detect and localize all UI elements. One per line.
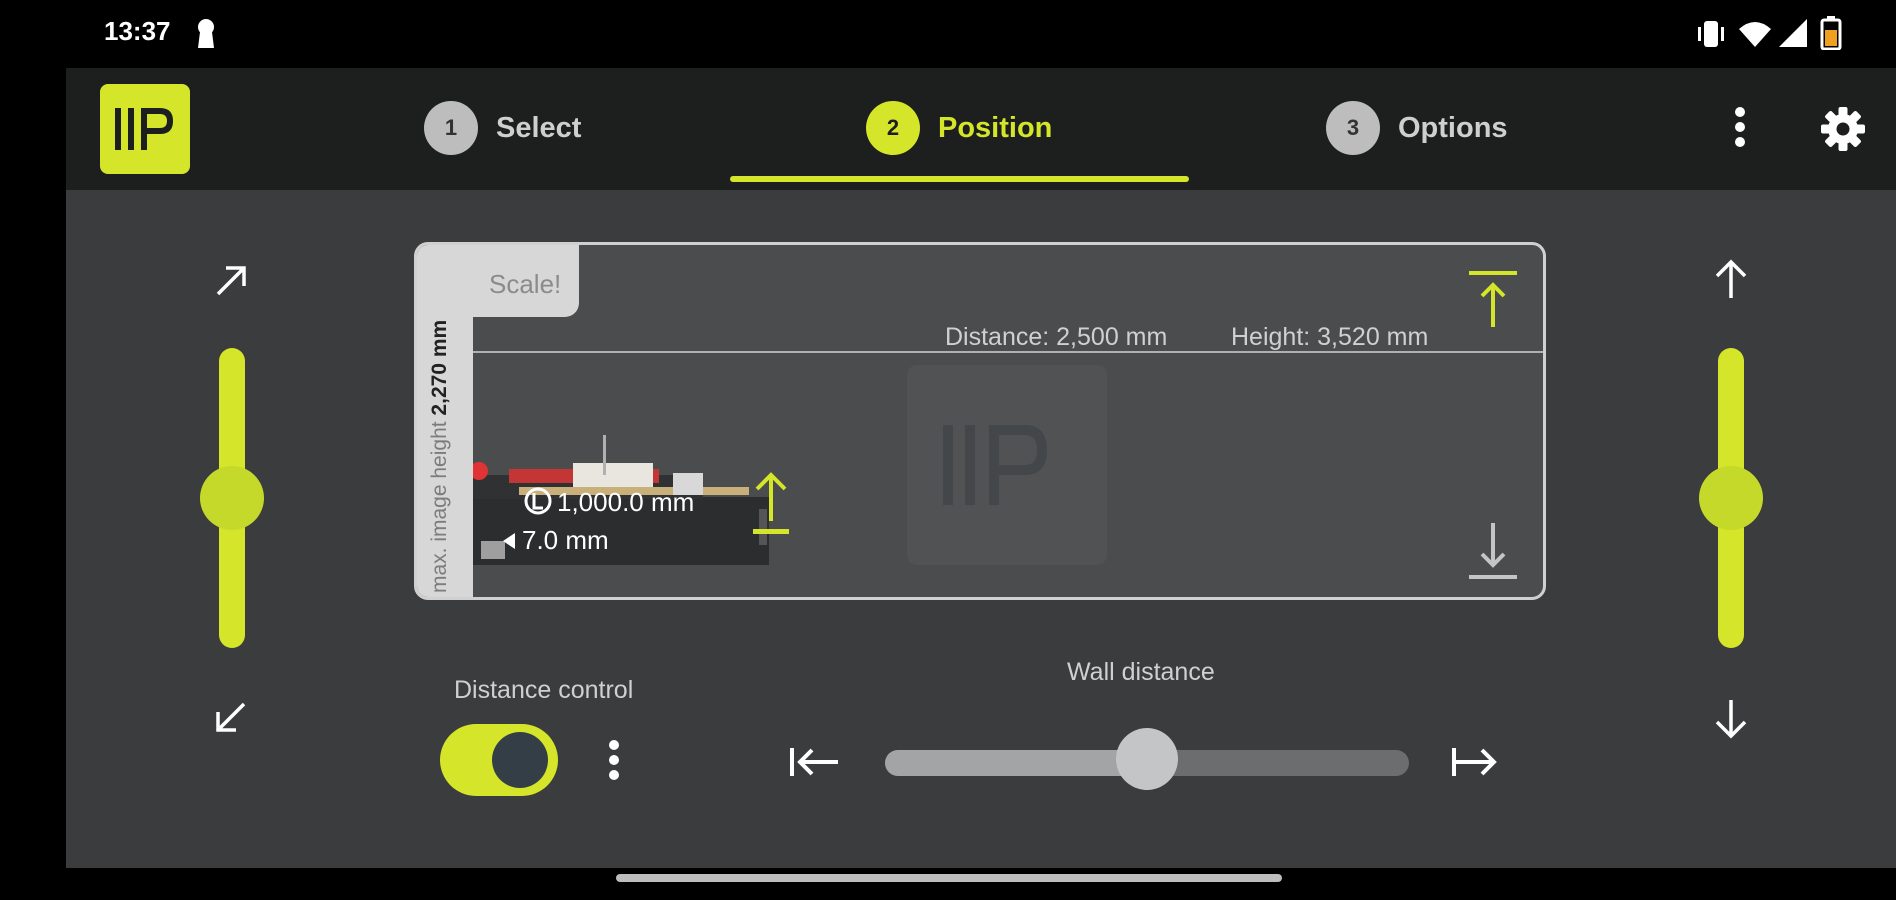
align-top-icon[interactable] [1469, 271, 1517, 329]
step-label: Select [496, 111, 582, 144]
tab-options[interactable]: 3 Options [1326, 100, 1508, 156]
expand-arrow-icon[interactable] [212, 262, 250, 300]
gear-icon[interactable] [1820, 106, 1866, 152]
wall-distance-slider-thumb[interactable] [1116, 728, 1178, 790]
gesture-nav-handle[interactable] [616, 874, 1282, 882]
arrow-up-icon[interactable] [1712, 258, 1750, 300]
throw-distance-icon [523, 486, 553, 516]
zoom-slider-thumb[interactable] [200, 466, 264, 530]
tab-position[interactable]: 2 Position [866, 100, 1052, 156]
collapse-arrow-icon[interactable] [212, 698, 250, 736]
offset-value: 7.0 mm [522, 525, 609, 555]
signal-icon [1778, 18, 1808, 48]
step-number: 2 [866, 101, 920, 155]
projection-preview: Distance: 2,500 mm Height: 3,520 mm 1,00… [414, 242, 1546, 600]
scale-label: Scale! [489, 269, 562, 299]
arrow-down-icon[interactable] [1712, 698, 1750, 740]
active-tab-indicator [730, 176, 1189, 182]
watermark-logo [907, 365, 1107, 565]
more-vertical-icon[interactable] [1726, 106, 1754, 148]
step-number: 3 [1326, 101, 1380, 155]
status-bar [0, 0, 1896, 68]
wall-distance-label: Wall distance [1067, 658, 1215, 686]
align-bottom-icon[interactable] [1469, 521, 1517, 579]
offset-icon [501, 531, 517, 551]
max-image-height-prefix: max. image height [428, 415, 451, 593]
move-away-from-wall-icon[interactable] [1450, 742, 1504, 782]
tab-select[interactable]: 1 Select [424, 100, 581, 156]
move-to-wall-icon[interactable] [788, 742, 842, 782]
wall-distance-slider-fill [885, 750, 1147, 776]
status-time: 13:37 [104, 16, 171, 46]
scale-button[interactable]: Scale! [473, 245, 579, 317]
app-logo [100, 84, 190, 174]
distance-control-label: Distance control [454, 676, 634, 704]
keyhole-icon [196, 18, 216, 50]
battery-icon [1820, 16, 1842, 50]
distance-control-more-icon[interactable] [602, 738, 626, 782]
move-up-projector-icon[interactable] [753, 471, 789, 537]
throw-distance-value: 1,000.0 mm [557, 487, 695, 517]
height-text: Height: 3,520 mm [1231, 323, 1429, 351]
step-label: Options [1398, 111, 1508, 144]
vibrate-icon [1696, 18, 1726, 50]
max-image-height-label: max. image height 2,270 mm [428, 320, 452, 593]
distance-text: Distance: 2,500 mm [945, 323, 1168, 351]
step-number: 1 [424, 101, 478, 155]
distance-control-toggle-thumb[interactable] [492, 732, 548, 788]
max-image-height-value: 2,270 mm [428, 319, 451, 416]
height-slider-thumb[interactable] [1699, 466, 1763, 530]
step-label: Position [938, 111, 1053, 144]
wifi-icon [1738, 20, 1772, 48]
